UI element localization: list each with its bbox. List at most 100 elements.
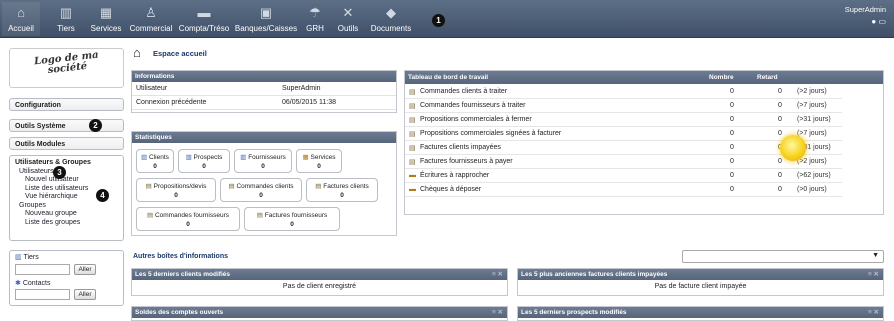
stat-services[interactable]: ▦ Services 0 — [296, 149, 342, 173]
bank-icon: ▬ — [409, 172, 416, 179]
box-header: Les 5 derniers clients modifiés ≡ ✕ — [132, 269, 507, 280]
dashboard-row[interactable]: ▬ Chèques à déposer 0 0 (>0 jours) — [405, 184, 842, 197]
logout-icon[interactable]: ● — [871, 17, 876, 26]
stat-fournisseurs[interactable]: ▥ Fournisseurs 0 — [234, 149, 292, 173]
info-row: Utilisateur SuperAdmin — [132, 82, 396, 96]
prospects-icon: ▥ — [185, 154, 192, 161]
safe-icon: ▣ — [259, 5, 273, 20]
services-icon: ▦ — [302, 154, 309, 161]
chevron-down-icon: ▼ — [872, 252, 879, 259]
outils-systeme-menu[interactable]: Outils Système — [9, 119, 124, 132]
propositions-icon: ▤ — [145, 183, 152, 190]
box-last-clients: Les 5 derniers clients modifiés ≡ ✕ Pas d… — [131, 268, 508, 296]
building-icon: ▥ — [59, 5, 73, 20]
document-icon: ▤ — [409, 117, 416, 124]
box-title: Les 5 plus anciennes factures clients im… — [521, 271, 668, 278]
menu-nouvel-utilisateur[interactable]: Nouvel utilisateur — [15, 176, 118, 185]
box-title: Les 5 derniers clients modifiés — [135, 271, 231, 278]
info-label: Utilisateur — [136, 85, 168, 92]
person-icon: ♙ — [145, 5, 157, 20]
menu-commercial[interactable]: ♙ Commercial — [128, 2, 174, 36]
box-last-prospects: Les 5 derniers prospects modifiés ≡ ✕ — [517, 306, 884, 321]
contacts-search-button[interactable]: Aller — [74, 289, 96, 300]
menu-documents[interactable]: ◆ Documents — [368, 2, 414, 36]
stat-factures-clients[interactable]: ▤ Factures clients 0 — [306, 178, 378, 202]
menu-nouveau-groupe[interactable]: Nouveau groupe — [15, 210, 118, 219]
menu-services[interactable]: ▦ Services — [86, 2, 126, 36]
user-area[interactable]: SuperAdmin ● ▭ — [845, 5, 886, 26]
money-icon: ▬ — [197, 5, 211, 20]
home-icon: ⌂ — [17, 5, 25, 20]
menu-utilisateurs[interactable]: Utilisateurs — [15, 168, 118, 177]
fournisseurs-icon: ▥ — [240, 154, 247, 161]
menu-accueil[interactable]: ⌂ Accueil — [2, 2, 40, 36]
umbrella-icon: ☂ — [309, 5, 321, 20]
commandes-clients-icon: ▤ — [228, 183, 235, 190]
box-controls[interactable]: ≡ ✕ — [868, 308, 879, 316]
stat-commandes-fournisseurs[interactable]: ▤ Commandes fournisseurs 0 — [136, 207, 240, 231]
annotation-marker-4: 4 — [96, 189, 109, 202]
users-groups-header[interactable]: Utilisateurs & Groupes — [15, 159, 118, 168]
dashboard-row[interactable]: ▤ Propositions commerciales signées à fac… — [405, 128, 842, 141]
menu-compta-treso[interactable]: ▬ Compta/Tréso — [176, 2, 232, 36]
stat-factures-fournisseurs[interactable]: ▤ Factures fournisseurs 0 — [244, 207, 340, 231]
printer-icon[interactable]: ▭ — [878, 17, 886, 26]
box-controls[interactable]: ≡ ✕ — [492, 308, 503, 316]
factures-clients-icon: ▤ — [315, 183, 322, 190]
stat-prospects[interactable]: ▥ Prospects 0 — [178, 149, 230, 173]
dashboard-row[interactable]: ▬ Écritures à rapprocher 0 0 (>62 jours) — [405, 170, 842, 183]
user-name[interactable]: SuperAdmin — [845, 5, 886, 14]
outils-modules-menu[interactable]: Outils Modules — [9, 137, 124, 150]
other-boxes-title: Autres boîtes d'informations — [133, 253, 229, 260]
dashboard-row[interactable]: ▤ Commandes fournisseurs à traiter 0 0 (>7 j… — [405, 100, 842, 113]
tiers-search-label: ▥ Tiers — [15, 254, 39, 261]
document-icon: ▤ — [409, 131, 416, 138]
menu-liste-groupes[interactable]: Liste des groupes — [15, 219, 118, 228]
box-content: Pas de client enregistré — [282, 283, 357, 290]
box-controls[interactable]: ≡ ✕ — [492, 270, 503, 278]
company-logo[interactable]: Logo de ma société — [9, 48, 124, 88]
dashboard-title: Tableau de bord de travail — [408, 74, 489, 81]
box-header: Les 5 plus anciennes factures clients im… — [518, 269, 883, 280]
tiers-search-input[interactable] — [15, 264, 70, 275]
menu-outils[interactable]: ✕ Outils — [332, 2, 364, 36]
dashboard-panel: Tableau de bord de travail Nombre Retard… — [404, 70, 884, 215]
quick-search-box: ▥ Tiers Aller ✱ Contacts Aller — [9, 250, 124, 306]
dashboard-row[interactable]: ▤ Commandes clients à traiter 0 0 (>2 jours) — [405, 86, 842, 99]
box-unpaid-invoices: Les 5 plus anciennes factures clients im… — [517, 268, 884, 296]
info-label: Connexion précédente — [136, 99, 207, 106]
dashboard-header: Tableau de bord de travail Nombre Retard — [405, 71, 883, 84]
dashboard-row[interactable]: ▤ Factures fournisseurs à payer 0 0 (>2 jour… — [405, 156, 842, 169]
box-header: Soldes des comptes ouverts ≡ ✕ — [132, 307, 507, 318]
contacts-search-input[interactable] — [15, 289, 70, 300]
invoice-icon: ▤ — [409, 159, 416, 166]
annotation-marker-1: 1 — [432, 14, 445, 27]
contact-icon: ✱ — [15, 280, 21, 287]
box-controls[interactable]: ≡ ✕ — [868, 270, 879, 278]
configuration-menu[interactable]: Configuration — [9, 98, 124, 111]
clients-icon: ▥ — [141, 154, 148, 161]
menu-tiers[interactable]: ▥ Tiers — [52, 2, 80, 36]
document-icon: ▤ — [409, 103, 416, 110]
menu-banques-caisses[interactable]: ▣ Banques/Caisses — [234, 2, 298, 36]
stat-propositions[interactable]: ▤ Propositions/devis 0 — [136, 178, 216, 202]
box-title: Soldes des comptes ouverts — [135, 309, 224, 316]
stat-commandes-clients[interactable]: ▤ Commandes clients 0 — [220, 178, 302, 202]
document-icon: ▤ — [409, 89, 416, 96]
dashboard-row[interactable]: ▤ Propositions commerciales à fermer 0 0 (>3… — [405, 114, 842, 127]
top-menu-bar: ⌂ Accueil ▥ Tiers ▦ Services ♙ Commercia… — [0, 0, 894, 38]
outils-systeme-label: Outils Système — [15, 123, 66, 130]
add-box-select[interactable]: ▼ — [682, 250, 884, 263]
stat-clients[interactable]: ▥ Clients 0 — [136, 149, 174, 173]
info-value: SuperAdmin — [282, 85, 321, 92]
col-nombre: Nombre — [709, 74, 734, 81]
page-title: Espace accueil — [153, 49, 207, 58]
menu-groupes[interactable]: Groupes — [15, 202, 118, 211]
menu-grh[interactable]: ☂ GRH — [300, 2, 330, 36]
dashboard-row[interactable]: ▤Factures clients impayées00(>31 jours) — [405, 142, 842, 155]
logo-text: Logo de ma société — [33, 49, 99, 77]
tiers-search-button[interactable]: Aller — [74, 264, 96, 275]
folder-icon: ◆ — [386, 5, 396, 20]
configuration-label: Configuration — [15, 102, 61, 109]
commandes-fournisseurs-icon: ▤ — [146, 212, 154, 219]
